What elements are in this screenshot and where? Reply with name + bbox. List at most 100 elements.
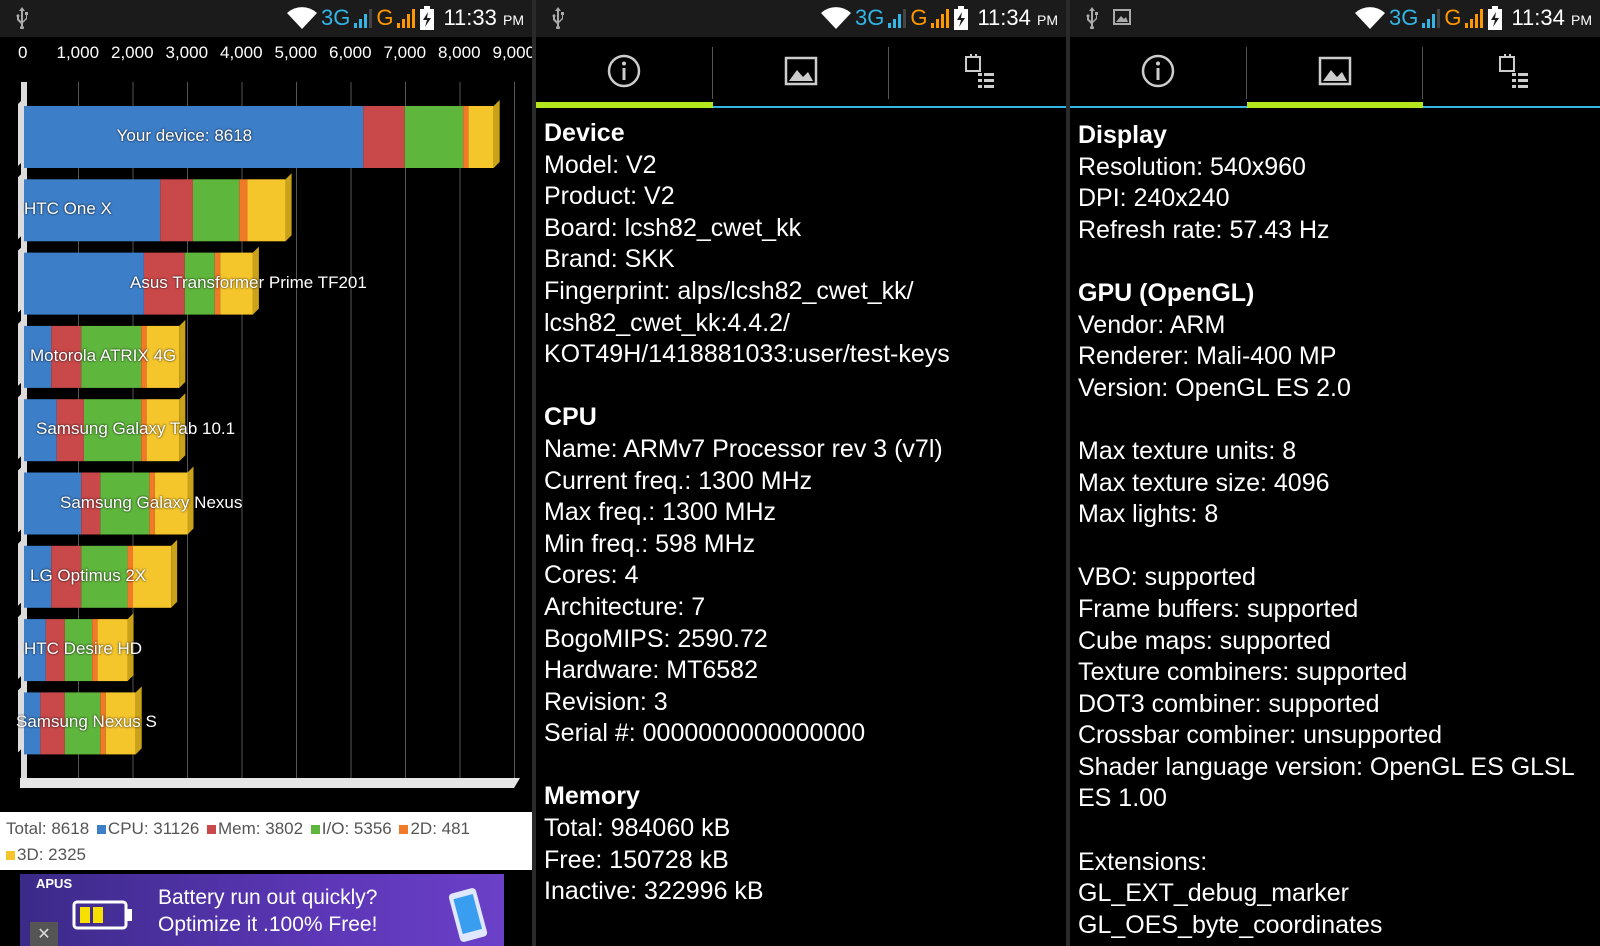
bar-cap <box>18 464 24 533</box>
bar-side <box>171 539 178 608</box>
usb-icon <box>16 7 28 29</box>
cpu-heading: CPU <box>544 403 597 432</box>
x-tick-label: 9,000 <box>492 43 533 62</box>
bar-segment-io <box>404 106 464 168</box>
info-line: Max lights: 8 <box>1078 500 1219 529</box>
legend-cpu: CPU: 31126 <box>107 819 200 838</box>
phone-icon <box>448 888 488 942</box>
x-tick-label: 6,000 <box>329 43 372 62</box>
x-tick-label: 8,000 <box>438 43 481 62</box>
signal-3g-icon <box>1422 8 1441 28</box>
info-line: Texture combiners: supported <box>1078 658 1408 687</box>
bar-label: LG Optimus 2X <box>30 565 147 585</box>
tab-indicator <box>536 102 713 108</box>
bar-cap <box>18 317 24 386</box>
tab-display-info[interactable] <box>712 37 890 108</box>
legend-2d: 2D: 481 <box>410 819 471 838</box>
info-line: KOT49H/1418881033:user/test-keys <box>544 340 950 369</box>
x-tick-label: 1,000 <box>56 43 100 62</box>
legend-mem-swatch <box>207 825 217 834</box>
info-line: ES 1.00 <box>1078 784 1167 813</box>
x-tick-label: 3,000 <box>165 43 209 62</box>
info-line: Max texture units: 8 <box>1078 436 1297 465</box>
bar-label: Your device: 8618 <box>116 126 253 145</box>
signal-3g-icon <box>354 8 373 28</box>
benchmark-panel: 3G G 11:33 PM 0 1,000 2,000 3,000 4,000 5,000… <box>0 0 532 946</box>
bar-cap <box>18 391 24 460</box>
bar-label: Samsung Nexus S <box>16 712 157 732</box>
wifi-icon <box>820 7 851 29</box>
signal-g-icon <box>931 8 950 28</box>
display-info-list: Display Resolution: 540x960 DPI: 240x240… <box>1078 120 1598 941</box>
bar-segment-3d <box>468 106 494 168</box>
network-g-label: G <box>910 5 928 30</box>
x-tick-label: 4,000 <box>220 43 263 62</box>
info-line: GL_OES_byte_coordinates <box>1078 910 1383 939</box>
bar-label: Samsung Galaxy Tab 10.1 <box>36 419 236 439</box>
info-line: Board: lcsh82_cwet_kk <box>544 213 802 242</box>
bar-cap <box>18 98 24 166</box>
info-line: Renderer: Mali-400 MP <box>1078 342 1337 371</box>
device-heading: Device <box>544 119 625 147</box>
bar-side <box>493 100 500 168</box>
display-heading: Display <box>1078 121 1167 149</box>
info-line: DPI: 240x240 <box>1078 184 1230 213</box>
bar-cap <box>18 537 24 606</box>
bar-cap <box>18 244 24 313</box>
bar-segment-mem <box>160 179 193 242</box>
tab-system-info[interactable] <box>1423 37 1600 108</box>
info-line: Shader language version: OpenGL ES GLSL <box>1078 752 1575 781</box>
device-list-icon <box>1498 54 1528 88</box>
legend-3d-swatch <box>6 851 15 860</box>
legend-cpu-swatch <box>96 825 106 834</box>
info-line: Fingerprint: alps/lcsh82_cwet_kk/ <box>544 276 914 305</box>
info-line: Brand: SKK <box>544 245 675 274</box>
info-line: Cube maps: supported <box>1078 626 1331 655</box>
network-3g-label: 3G <box>854 5 885 30</box>
ad-text[interactable]: Battery run out quickly? Optimize it .10… <box>158 884 377 938</box>
info-line: Total: 984060 kB <box>544 814 731 843</box>
tab-system-info[interactable] <box>889 37 1066 108</box>
ad-line-2: Optimize it .100% Free! <box>158 913 378 936</box>
tab-display-info[interactable] <box>1246 37 1424 108</box>
network-g-label: G <box>1444 5 1462 30</box>
clock: 11:33 PM <box>443 5 524 30</box>
bar-segment-io <box>192 179 240 242</box>
info-line: VBO: supported <box>1078 563 1256 592</box>
usb-icon <box>552 7 564 29</box>
info-line: Crossbar combiner: unsupported <box>1078 721 1443 750</box>
bar-segment-2d <box>239 179 248 242</box>
legend-io-swatch <box>310 825 320 834</box>
legend-3d: 3D: 2325 <box>17 845 86 864</box>
info-line: Refresh rate: 57.43 Hz <box>1078 215 1330 244</box>
info-line: Max freq.: 1300 MHz <box>544 498 777 527</box>
bar-side <box>285 173 292 242</box>
bar-label: Asus Transformer Prime TF201 <box>130 272 367 292</box>
bar-label: HTC Desire HD <box>24 639 143 659</box>
memory-heading: Memory <box>544 782 640 811</box>
tab-device-info[interactable] <box>536 37 713 108</box>
tab-device-info[interactable] <box>1070 37 1247 108</box>
display-info-panel: 3G G 11:34 PM Display Resolution: 540x96… <box>1070 0 1600 946</box>
signal-g-icon <box>1465 8 1484 28</box>
info-tabs <box>1070 37 1600 108</box>
network-g-label: G <box>376 5 394 30</box>
info-line: GL_EXT_debug_marker <box>1078 879 1349 908</box>
bar-segment-2d <box>463 106 469 168</box>
network-3g-label: 3G <box>320 5 351 30</box>
ad-banner[interactable]: APUS Battery run out quickly? Optimize i… <box>0 872 532 946</box>
battery-low-icon <box>72 900 132 930</box>
bar-label: Samsung Galaxy Nexus <box>60 492 243 512</box>
x-tick-label: 5,000 <box>274 43 318 62</box>
battery-charging-icon <box>1488 6 1503 30</box>
x-axis: 0 1,000 2,000 3,000 4,000 5,000 6,000 7,000 8,00… <box>0 40 532 66</box>
battery-charging-icon <box>954 6 969 30</box>
status-bar: 3G G 11:34 PM <box>1070 0 1600 37</box>
bar-label: HTC One X <box>24 199 112 219</box>
info-tabs <box>536 37 1066 108</box>
ad-close-button[interactable]: ✕ <box>30 922 58 946</box>
chart-floor <box>20 778 520 788</box>
info-line: BogoMIPS: 2590.72 <box>544 624 768 653</box>
wifi-icon <box>286 7 317 29</box>
info-line: Version: OpenGL ES 2.0 <box>1078 373 1351 402</box>
